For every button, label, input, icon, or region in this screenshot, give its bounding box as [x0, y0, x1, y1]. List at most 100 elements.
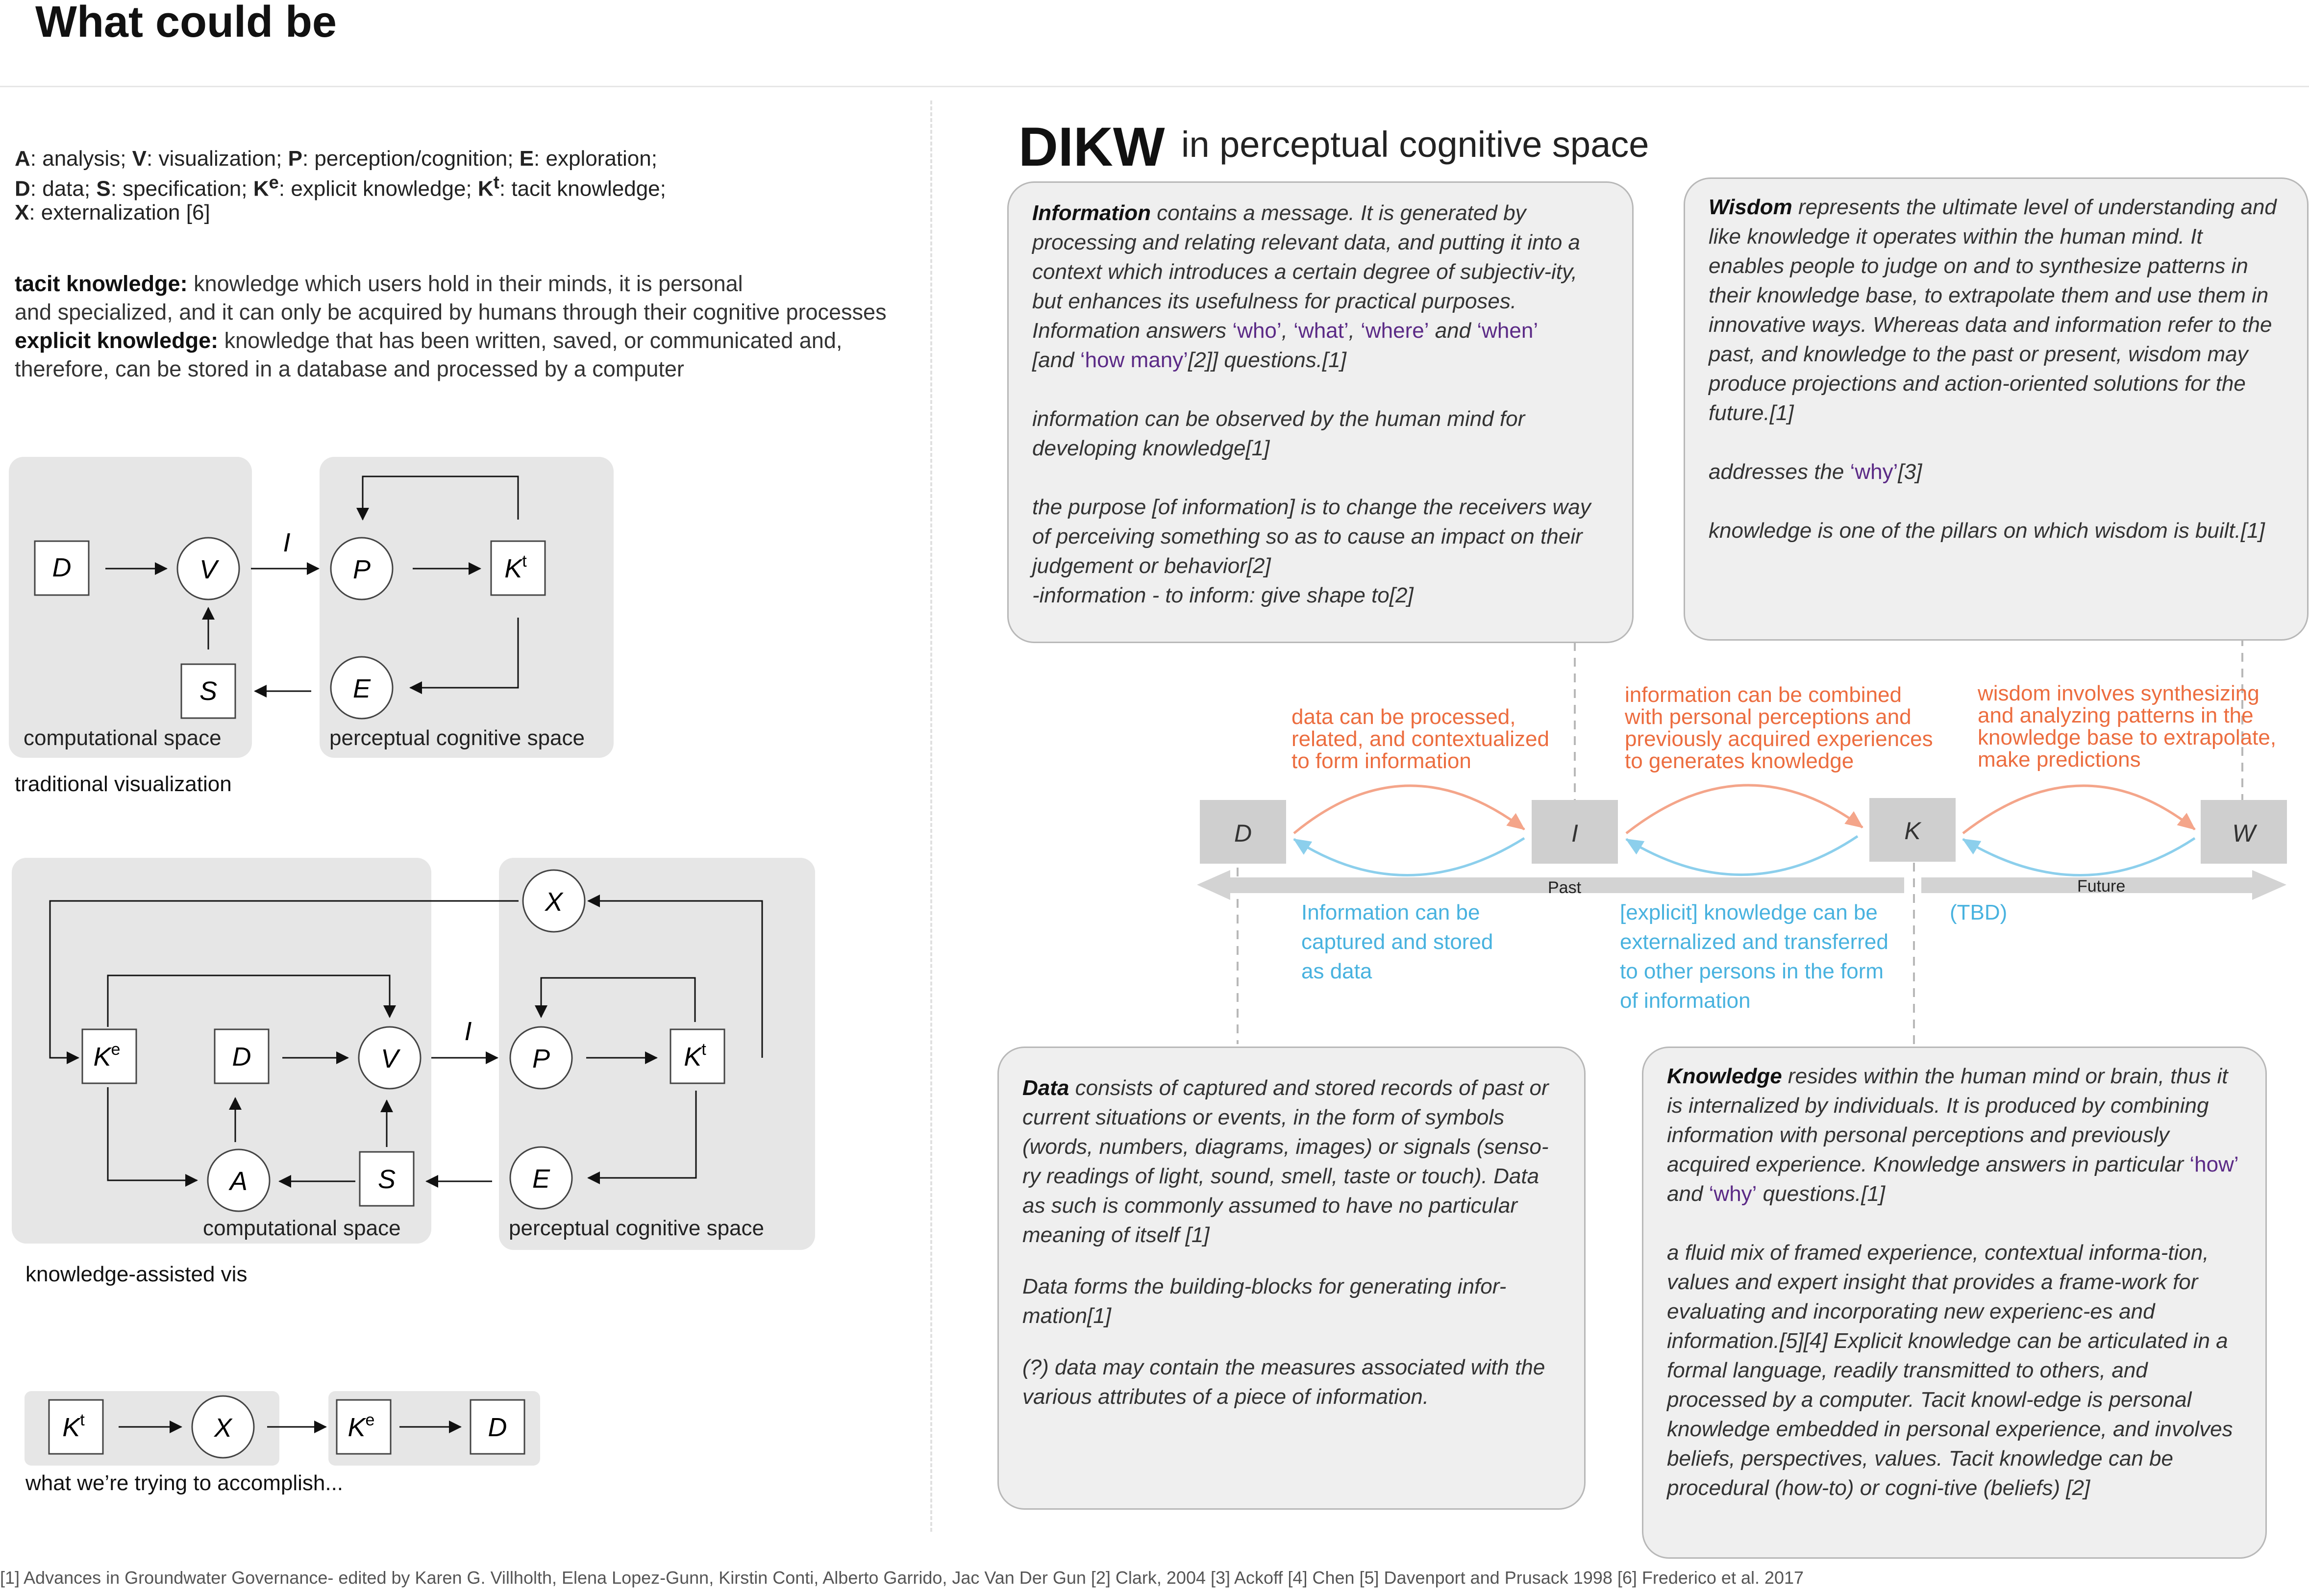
past-label: Past: [1548, 878, 1582, 897]
legend-line-1: A: analysis; V: visualization; P: percep…: [15, 147, 666, 171]
question-word: ‘why’: [1709, 1182, 1757, 1206]
goal-caption: what we’re trying to accomplish...: [25, 1471, 343, 1495]
legend-key: A: [15, 147, 30, 171]
legend-key: S: [96, 176, 111, 201]
legend-superscript: e: [269, 172, 279, 192]
question-word: ‘how many’: [1080, 348, 1188, 372]
legend-value: : exploration;: [534, 147, 657, 171]
traditional-vis-diagram: computational space perceptual cognitive…: [9, 457, 614, 796]
perception-node-label: P: [353, 555, 371, 584]
question-word: ‘why’: [1850, 460, 1898, 484]
data-node-label: D: [488, 1413, 507, 1442]
wisdom-note-1: addresses the ‘why’[3]: [1709, 460, 1922, 484]
information-note-3: -information - to inform: give shape to[…: [1032, 583, 1414, 607]
legend-superscript: t: [493, 172, 499, 192]
legend-value: : data;: [30, 176, 97, 201]
legend-value: : explicit knowledge;: [278, 176, 478, 201]
vis-model-diagrams: computational space perceptual cognitive…: [9, 457, 815, 1495]
wisdom-definition: Wisdom represents the ultimate level of …: [1709, 195, 2277, 425]
data-definition: Data consists of captured and stored rec…: [1022, 1076, 1549, 1247]
exploration-node-label: E: [532, 1164, 550, 1194]
data-note-1: Data forms the building-blocks for gener…: [1022, 1274, 1507, 1328]
legend-value: : visualization;: [147, 147, 288, 171]
explicit-term: explicit knowledge:: [15, 328, 219, 353]
header-divider: [0, 86, 2309, 87]
specification-node-label: S: [378, 1165, 396, 1194]
question-word: ‘when’: [1477, 319, 1539, 343]
legend-value: : externalization [6]: [29, 200, 210, 224]
knowledge-assisted-caption: knowledge-assisted vis: [25, 1262, 247, 1286]
forward-arcs: [1293, 784, 2196, 834]
externalization-node-label: X: [213, 1413, 233, 1443]
goal-diagram: Kt X Ke D what we’re trying to accomplis…: [25, 1391, 540, 1495]
information-definition: Information contains a message. It is ge…: [1032, 201, 1580, 372]
data-card: Data consists of captured and stored rec…: [997, 1047, 1586, 1510]
references-footnote: [1] Advances in Groundwater Governance- …: [0, 1568, 1804, 1588]
visualization-node-label: V: [199, 555, 220, 584]
externalization-node-label: X: [544, 887, 564, 917]
legend-key: D: [15, 176, 30, 201]
knowledge-card: Knowledge resides within the human mind …: [1642, 1047, 2267, 1559]
legend-key: P: [288, 147, 302, 171]
computational-space-label: computational space: [203, 1216, 401, 1240]
dikw-title: DIKW: [1018, 116, 1165, 177]
legend-key: K: [477, 176, 494, 201]
information-flow-label: I: [283, 528, 290, 557]
future-label: Future: [2077, 877, 2125, 896]
traditional-vis-caption: traditional visualization: [15, 772, 232, 796]
legend-value: : specification;: [110, 176, 253, 201]
legend-line-2: D: data; S: specification; Ke: explicit …: [15, 171, 666, 201]
notation-legend: A: analysis; V: visualization; P: percep…: [15, 147, 666, 224]
information-note-1: information can be observed by the human…: [1032, 407, 1525, 460]
legend-key: X: [15, 200, 29, 224]
computational-space-label: computational space: [24, 726, 222, 750]
dikw-knowledge-label: K: [1904, 817, 1922, 845]
backward-arcs: [1293, 835, 2196, 876]
explicit-text: knowledge that has been written, saved, …: [218, 328, 843, 353]
legend-line-3: X: externalization [6]: [15, 200, 666, 224]
analysis-node-label: A: [228, 1167, 248, 1196]
page-title: What could be: [35, 0, 337, 47]
data-term: Data: [1022, 1076, 1069, 1100]
backward-label-information-to-data: Information can be captured and stored as …: [1301, 900, 1493, 983]
legend-key: K: [253, 176, 269, 201]
dikw-data-label: D: [1234, 820, 1252, 847]
tacit-text: knowledge which users hold in their mind…: [187, 271, 743, 296]
dikw-subtitle: in perceptual cognitive space: [1181, 124, 1649, 165]
wisdom-card: Wisdom represents the ultimate level of …: [1684, 177, 2309, 641]
knowledge-assisted-diagram: computational space perceptual cognitive…: [12, 858, 815, 1286]
knowledge-definition: Knowledge resides within the human mind …: [1667, 1064, 2239, 1206]
question-word: ‘where’: [1361, 319, 1429, 343]
data-note-2: (?) data may contain the measures associ…: [1022, 1355, 1545, 1409]
specification-node-label: S: [199, 676, 217, 706]
information-flow-label: I: [464, 1017, 472, 1046]
tacit-definition-line2: and specialized, and it can only be acqu…: [15, 299, 887, 324]
legend-key: E: [519, 147, 534, 171]
forward-label-knowledge-to-wisdom: wisdom involves synthesizing and analyzin…: [1978, 681, 2277, 772]
forward-label-data-to-information: data can be processed, related, and conte…: [1291, 705, 1549, 773]
visualization-node-label: V: [381, 1044, 401, 1073]
backward-label-wisdom-to-knowledge: (TBD): [1950, 900, 2008, 924]
legend-key: V: [132, 147, 147, 171]
knowledge-term: Knowledge: [1667, 1064, 1782, 1088]
legend-value: : analysis;: [30, 147, 132, 171]
wisdom-term: Wisdom: [1709, 195, 1792, 219]
information-note-2: the purpose [of information] is to chang…: [1032, 495, 1591, 578]
legend-value: : tacit knowledge;: [499, 176, 666, 201]
tacit-definition-line1: tacit knowledge: knowledge which users h…: [15, 270, 887, 298]
data-node-label: D: [52, 553, 72, 582]
dikw-information-label: I: [1571, 820, 1578, 847]
knowledge-definitions: tacit knowledge: knowledge which users h…: [15, 270, 887, 383]
question-word: ‘who’: [1232, 319, 1282, 343]
dikw-wisdom-label: W: [2232, 820, 2258, 847]
explicit-definition-line1: explicit knowledge: knowledge that has b…: [15, 326, 887, 355]
tacit-term: tacit knowledge:: [15, 271, 188, 296]
forward-label-information-to-knowledge: information can be combined with personal…: [1625, 683, 1933, 773]
perceptual-space-label: perceptual cognitive space: [329, 726, 585, 750]
perception-node-label: P: [532, 1044, 550, 1073]
wisdom-note-2: knowledge is one of the pillars on which…: [1709, 519, 2265, 543]
information-term: Information: [1032, 201, 1151, 225]
information-card: Information contains a message. It is ge…: [1007, 181, 1634, 643]
question-word: ‘how’: [2189, 1152, 2239, 1176]
exploration-node-label: E: [353, 674, 371, 703]
